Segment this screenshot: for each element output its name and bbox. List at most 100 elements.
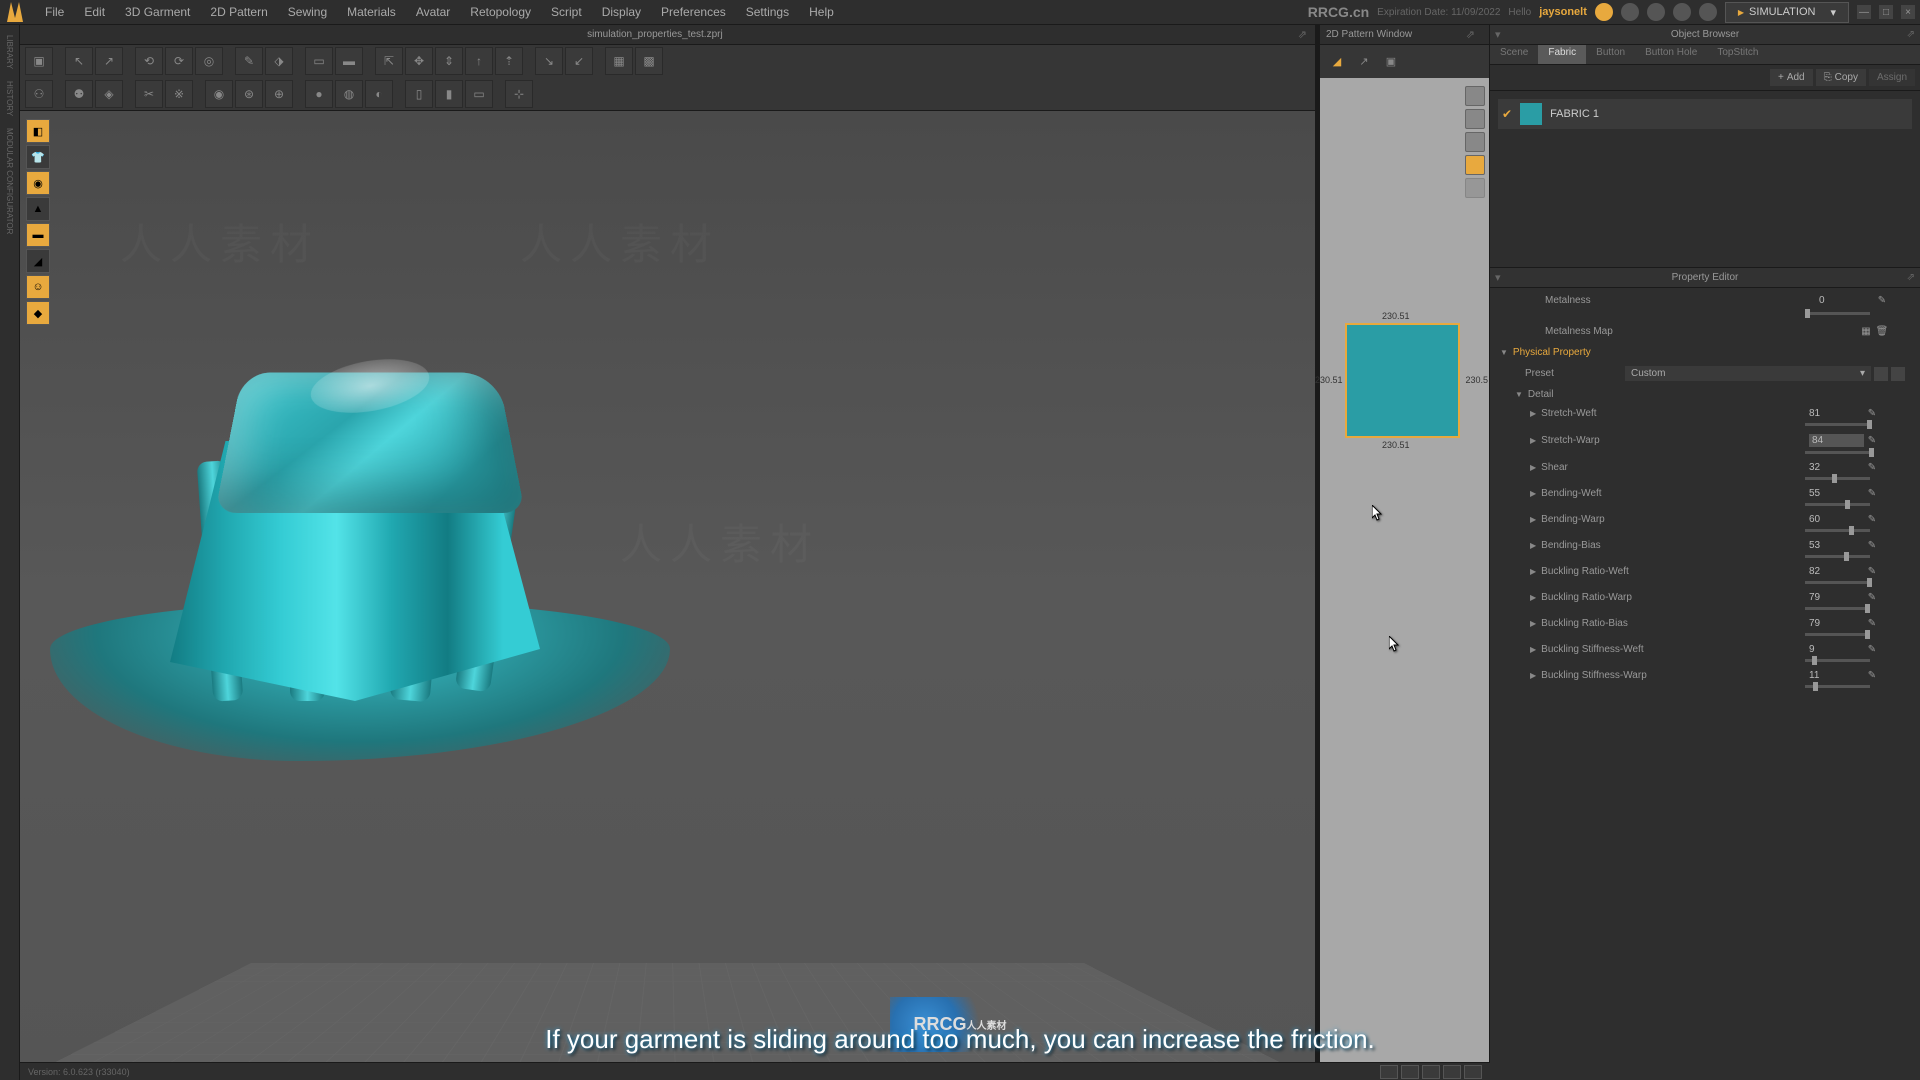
prop-slider[interactable] (1805, 607, 1870, 610)
cloud-icon[interactable] (1595, 3, 1613, 21)
tool-edit-icon[interactable]: ↗ (95, 47, 123, 75)
pattern-popout-icon[interactable]: ⇗ (1458, 28, 1483, 41)
store-icon[interactable] (1699, 3, 1717, 21)
pattern-tool-transform[interactable]: ▣ (1379, 50, 1403, 74)
tool-v1-icon[interactable]: ▯ (405, 80, 433, 108)
prop-value[interactable]: 84 (1809, 434, 1864, 447)
tool-up-icon[interactable]: ↑ (465, 47, 493, 75)
tab-button-hole[interactable]: Button Hole (1635, 45, 1707, 64)
prop-slider[interactable] (1805, 451, 1870, 454)
user-icon[interactable] (1647, 3, 1665, 21)
edit-icon[interactable]: ✎ (1864, 408, 1880, 419)
vp-face-icon[interactable]: ☺ (26, 275, 50, 299)
sb-icon-2[interactable] (1401, 1065, 1419, 1079)
tool-pen-icon[interactable]: ✎ (235, 47, 263, 75)
preset-dropdown[interactable]: Custom▾ (1625, 366, 1871, 381)
menu-help[interactable]: Help (799, 2, 844, 22)
metalness-value[interactable]: 0 (1819, 295, 1874, 306)
sb-icon-4[interactable] (1443, 1065, 1461, 1079)
vp-render-icon[interactable]: ▬ (26, 223, 50, 247)
tool-updown-icon[interactable]: ⇕ (435, 47, 463, 75)
tool-table-icon[interactable]: ▦ (605, 47, 633, 75)
help-icon[interactable] (1673, 3, 1691, 21)
prop-value[interactable]: 60 (1809, 514, 1864, 525)
pe-collapse-icon[interactable]: ▾ (1495, 271, 1501, 284)
edit-icon[interactable]: ✎ (1864, 566, 1880, 577)
sidebar-history[interactable]: HISTORY (5, 81, 14, 116)
tool-pin-icon[interactable]: ◈ (95, 80, 123, 108)
pattern-canvas-2d[interactable]: 230.51 230.51 230.51 230.5 (1320, 78, 1489, 1080)
chevron-down-icon[interactable]: ▼ (1515, 390, 1523, 399)
sb-icon-5[interactable] (1464, 1065, 1482, 1079)
tool-box-icon[interactable]: ▭ (305, 47, 333, 75)
prop-value[interactable]: 11 (1809, 670, 1864, 681)
tool-light-icon[interactable]: ◐ (365, 80, 393, 108)
metalness-slider[interactable] (1805, 312, 1870, 315)
menu-retopology[interactable]: Retopology (460, 2, 541, 22)
tab-topstitch[interactable]: TopStitch (1707, 45, 1768, 64)
physical-property-label[interactable]: Physical Property (1513, 347, 1910, 358)
vp-texture-icon[interactable]: ◧ (26, 119, 50, 143)
menu-sewing[interactable]: Sewing (278, 2, 337, 22)
tool-cross-icon[interactable]: ✥ (405, 47, 433, 75)
prop-slider[interactable] (1805, 581, 1870, 584)
ob-popout-icon[interactable]: ⇗ (1907, 29, 1915, 40)
chevron-right-icon[interactable]: ▶ (1530, 671, 1536, 680)
menu-file[interactable]: File (35, 2, 74, 22)
tab-scene[interactable]: Scene (1490, 45, 1538, 64)
tool-grid-icon[interactable]: ▩ (635, 47, 663, 75)
chevron-right-icon[interactable]: ▶ (1530, 541, 1536, 550)
ptool-2-icon[interactable] (1465, 109, 1485, 129)
window-maximize[interactable]: □ (1879, 5, 1893, 19)
sidebar-library[interactable]: LIBRARY (5, 35, 14, 69)
tool-line2-icon[interactable]: ↙ (565, 47, 593, 75)
edit-icon[interactable]: ✎ (1864, 670, 1880, 681)
edit-icon[interactable]: ✎ (1864, 644, 1880, 655)
prop-slider[interactable] (1805, 529, 1870, 532)
prop-value[interactable]: 53 (1809, 540, 1864, 551)
vp-show-icon[interactable]: ▲ (26, 197, 50, 221)
ptool-3-icon[interactable] (1465, 132, 1485, 152)
tool-avatar-icon[interactable]: ⚇ (25, 80, 53, 108)
grid-icon[interactable]: ▦ (1858, 326, 1874, 337)
tool-up2-icon[interactable]: ⇡ (495, 47, 523, 75)
tool-mat-icon[interactable]: ⊕ (265, 80, 293, 108)
tool-rotate-icon[interactable]: ⟳ (165, 47, 193, 75)
menu-avatar[interactable]: Avatar (406, 2, 460, 22)
tool-rect-icon[interactable]: ▬ (335, 47, 363, 75)
menu-edit[interactable]: Edit (74, 2, 115, 22)
prop-value[interactable]: 81 (1809, 408, 1864, 419)
tool-cloth-icon[interactable]: ◉ (205, 80, 233, 108)
prop-value[interactable]: 9 (1809, 644, 1864, 655)
add-button[interactable]: + Add (1770, 69, 1813, 86)
tool-line-icon[interactable]: ↘ (535, 47, 563, 75)
detail-label[interactable]: Detail (1528, 389, 1895, 400)
tool-measure-icon[interactable]: ⊹ (505, 80, 533, 108)
edit-icon[interactable]: ✎ (1864, 435, 1880, 446)
prop-slider[interactable] (1805, 555, 1870, 558)
chevron-right-icon[interactable]: ▶ (1530, 409, 1536, 418)
prop-value[interactable]: 32 (1809, 462, 1864, 473)
tool-arrow-icon[interactable]: ↖ (65, 47, 93, 75)
save-icon[interactable] (1891, 367, 1905, 381)
tool-globe-icon[interactable]: ◍ (335, 80, 363, 108)
prop-slider[interactable] (1805, 659, 1870, 662)
tab-popout-icon[interactable]: ⇗ (1290, 28, 1315, 41)
tool-v3-icon[interactable]: ▭ (465, 80, 493, 108)
window-minimize[interactable]: — (1857, 5, 1871, 19)
edit-icon[interactable]: ✎ (1864, 618, 1880, 629)
menu-preferences[interactable]: Preferences (651, 2, 736, 22)
prop-slider[interactable] (1805, 685, 1870, 688)
menu-settings[interactable]: Settings (736, 2, 799, 22)
prop-slider[interactable] (1805, 477, 1870, 480)
simulation-button[interactable]: SIMULATION▾ (1725, 2, 1849, 23)
tool-select-icon[interactable]: ▣ (25, 47, 53, 75)
chevron-right-icon[interactable]: ▶ (1530, 619, 1536, 628)
menu-display[interactable]: Display (592, 2, 651, 22)
window-close[interactable]: × (1901, 5, 1915, 19)
vp-misc-icon[interactable]: ◆ (26, 301, 50, 325)
prop-value[interactable]: 79 (1809, 618, 1864, 629)
ptool-1-icon[interactable] (1465, 86, 1485, 106)
sb-icon-1[interactable] (1380, 1065, 1398, 1079)
vp-garment-icon[interactable]: 👕 (26, 145, 50, 169)
